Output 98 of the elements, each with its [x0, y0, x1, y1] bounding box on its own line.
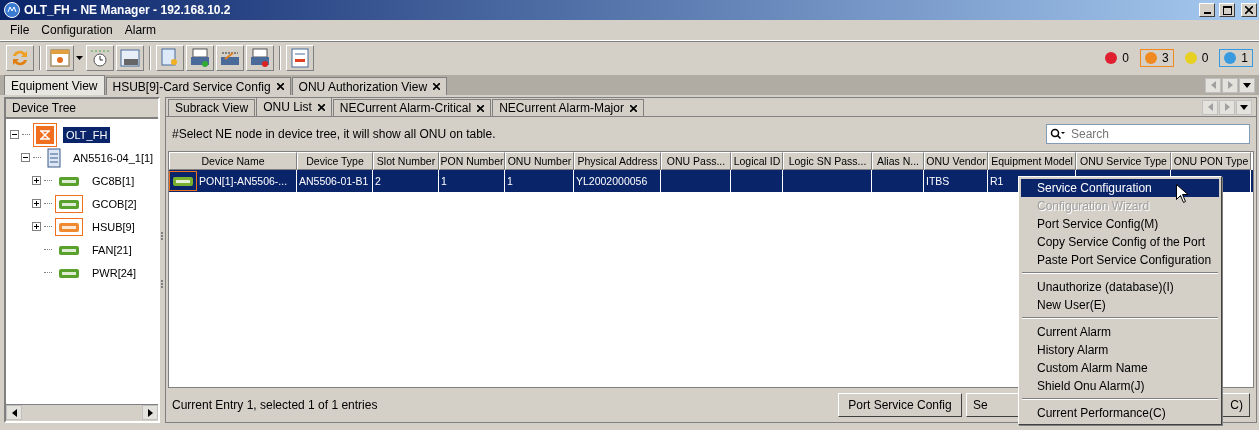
column-header[interactable]: Physical Address — [574, 152, 661, 170]
menu-item[interactable]: Current Performance(C) — [1021, 404, 1219, 422]
tab[interactable]: ONU Authorization View — [291, 77, 448, 95]
left-arrow-icon — [11, 408, 17, 417]
menu-item[interactable]: Configuration — [35, 21, 119, 39]
column-header[interactable]: ONU PON Type — [1171, 152, 1251, 170]
status-text: Current Entry 1, selected 1 of 1 entries — [172, 398, 379, 412]
tree-item[interactable]: PWR[24] — [89, 264, 139, 281]
column-header[interactable]: Device Name — [169, 152, 297, 170]
column-header[interactable]: ONU Pass... — [661, 152, 731, 170]
menu-item[interactable]: Service Configuration — [1021, 179, 1219, 197]
tab[interactable]: Equipment View — [4, 75, 105, 95]
window-icon[interactable] — [46, 45, 74, 71]
table-cell: YL2002000056 — [576, 175, 648, 187]
menu-item[interactable]: Current Alarm — [1021, 323, 1219, 341]
cursor-icon — [1176, 184, 1188, 203]
close-icon[interactable] — [433, 83, 441, 90]
menu-item[interactable]: Port Service Config(M) — [1021, 215, 1219, 233]
menu-item[interactable]: Unauthorize (database)(I) — [1021, 278, 1219, 296]
menu-item[interactable]: Custom Alarm Name — [1021, 359, 1219, 377]
app-logo-icon — [4, 2, 20, 18]
scroll-left-button[interactable] — [6, 405, 22, 420]
maximize-icon — [1222, 5, 1232, 15]
alarm-counter[interactable]: 0 — [1100, 49, 1134, 67]
menu-item[interactable]: Copy Service Config of the Port — [1021, 233, 1219, 251]
close-icon[interactable] — [317, 103, 325, 111]
menu-item[interactable]: Alarm — [118, 21, 163, 39]
right-arrow-icon — [147, 408, 153, 417]
clock-icon[interactable] — [86, 45, 114, 71]
collapse-icon[interactable] — [10, 130, 19, 139]
refresh-icon[interactable] — [6, 45, 34, 71]
dropdown-button[interactable] — [1239, 77, 1255, 93]
tree-item[interactable]: GCOB[2] — [89, 195, 140, 212]
scroll-right-button[interactable] — [142, 405, 158, 420]
panel-title: Device Tree — [6, 99, 158, 119]
window-title: OLT_FH - NE Manager - 192.168.10.2 — [24, 3, 232, 17]
column-header[interactable]: Slot Number — [373, 152, 439, 170]
right-arrow-icon — [1224, 103, 1230, 111]
close-icon[interactable] — [477, 104, 485, 112]
tab[interactable]: NECurrent Alarm-Major — [492, 99, 644, 116]
maximize-button[interactable] — [1219, 3, 1235, 17]
search-field[interactable]: Search — [1046, 124, 1250, 144]
column-header[interactable]: PON Number — [439, 152, 505, 170]
menu-item[interactable]: Shield Onu Alarm(J) — [1021, 377, 1219, 395]
tab[interactable]: Subrack View — [168, 99, 256, 116]
expand-icon[interactable] — [32, 199, 41, 208]
column-header[interactable]: ONU Service Type — [1076, 152, 1171, 170]
column-header[interactable]: Alias N... — [872, 152, 924, 170]
expand-icon[interactable] — [32, 176, 41, 185]
menu-item[interactable]: Paste Port Service Configuration — [1021, 251, 1219, 269]
left-arrow-icon — [1210, 81, 1216, 89]
action-button[interactable]: Port Service Config — [838, 393, 962, 417]
form-icon[interactable] — [286, 45, 314, 71]
caret-icon — [1243, 82, 1251, 88]
table-cell: AN5506-01-B1 — [299, 175, 369, 187]
close-icon[interactable] — [629, 104, 637, 112]
tab[interactable]: HSUB[9]-Card Service Config — [105, 77, 291, 95]
left-arrow-icon — [1207, 103, 1213, 111]
caret-icon[interactable] — [76, 56, 84, 60]
right-arrow-icon — [1227, 81, 1233, 89]
column-header[interactable]: Equipment Model — [988, 152, 1076, 170]
table-cell: 2 — [375, 175, 381, 187]
tree-item[interactable]: HSUB[9] — [89, 218, 138, 235]
close-button[interactable] — [1241, 3, 1257, 17]
menu-item[interactable]: History Alarm — [1021, 341, 1219, 359]
tree-item[interactable]: AN5516-04_1[1] — [70, 149, 157, 166]
table-cell: PON[1]-AN5506-... — [199, 175, 288, 187]
close-icon — [1245, 6, 1253, 14]
device-remove-icon[interactable] — [246, 45, 274, 71]
table-cell: 1 — [507, 175, 513, 187]
dropdown-button[interactable] — [1236, 99, 1252, 115]
device-link-icon[interactable] — [216, 45, 244, 71]
column-header[interactable]: ONU Number — [505, 152, 574, 170]
table-cell: 1 — [441, 175, 447, 187]
expand-icon[interactable] — [32, 222, 41, 231]
menu-item[interactable]: New User(E) — [1021, 296, 1219, 314]
caret-icon — [1240, 104, 1248, 110]
column-header[interactable]: Logical ID — [731, 152, 783, 170]
minimize-button[interactable] — [1199, 3, 1215, 17]
menu-item[interactable]: File — [4, 21, 36, 39]
hint-text: #Select NE node in device tree, it will show all ONU on table. — [172, 127, 497, 141]
alarm-counter[interactable]: 0 — [1179, 49, 1214, 67]
tree-item[interactable]: OLT_FH — [63, 126, 111, 143]
alarm-counter[interactable]: 3 — [1139, 49, 1174, 67]
column-header[interactable]: Device Type — [297, 152, 373, 170]
table-cell: R1 — [990, 175, 1004, 187]
tree-item[interactable]: FAN[21] — [89, 241, 135, 258]
device-check-icon[interactable] — [186, 45, 214, 71]
tab[interactable]: NECurrent Alarm-Critical — [332, 99, 492, 116]
tree-item[interactable]: GC8B[1] — [89, 172, 138, 189]
alarm-counter[interactable]: 1 — [1219, 49, 1253, 67]
tab[interactable]: ONU List — [256, 97, 332, 116]
column-header[interactable]: ONU Vendor — [924, 152, 988, 170]
table-cell: ITBS — [926, 175, 950, 187]
close-icon[interactable] — [276, 83, 284, 90]
column-header[interactable]: Logic SN Pass... — [783, 152, 872, 170]
search-icon[interactable] — [1050, 128, 1066, 140]
collapse-icon[interactable] — [21, 153, 30, 162]
